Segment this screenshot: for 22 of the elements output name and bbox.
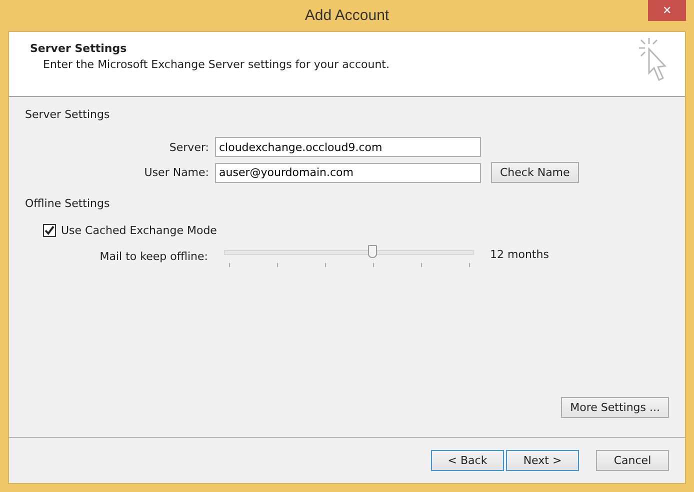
dialog-button[interactable]: Next > xyxy=(506,450,579,471)
section-heading: Offline Settings xyxy=(25,197,111,210)
offline-period-slider[interactable] xyxy=(224,243,474,269)
header-subtitle: Enter the Microsoft Exchange Server settings for your account. xyxy=(43,58,390,71)
checkbox-label: Use Cached Exchange Mode xyxy=(61,224,217,237)
close-button[interactable]: ✕ xyxy=(648,0,686,21)
more-settings-button[interactable]: More Settings ... xyxy=(561,397,669,418)
header-title: Server Settings xyxy=(30,42,128,55)
checkbox[interactable] xyxy=(43,224,56,237)
slider-thumb[interactable] xyxy=(368,245,377,258)
slider-label: Mail to keep offline: xyxy=(98,250,208,262)
slider-reading: 12 months xyxy=(490,248,549,260)
dialog-button[interactable]: < Back xyxy=(431,450,504,471)
section-heading: Server Settings xyxy=(25,108,111,121)
window-title: Add Account xyxy=(304,7,390,24)
input-field[interactable]: auser@yourdomain.com xyxy=(215,162,481,182)
cursor-click-icon xyxy=(637,37,667,83)
dialog-button[interactable]: Cancel xyxy=(596,450,669,471)
input-field[interactable]: cloudexchange.occloud9.com xyxy=(215,137,481,157)
check-name-button[interactable]: Check Name xyxy=(491,162,579,183)
field-label: User Name: xyxy=(143,166,209,179)
field-label: Server: xyxy=(168,140,209,154)
